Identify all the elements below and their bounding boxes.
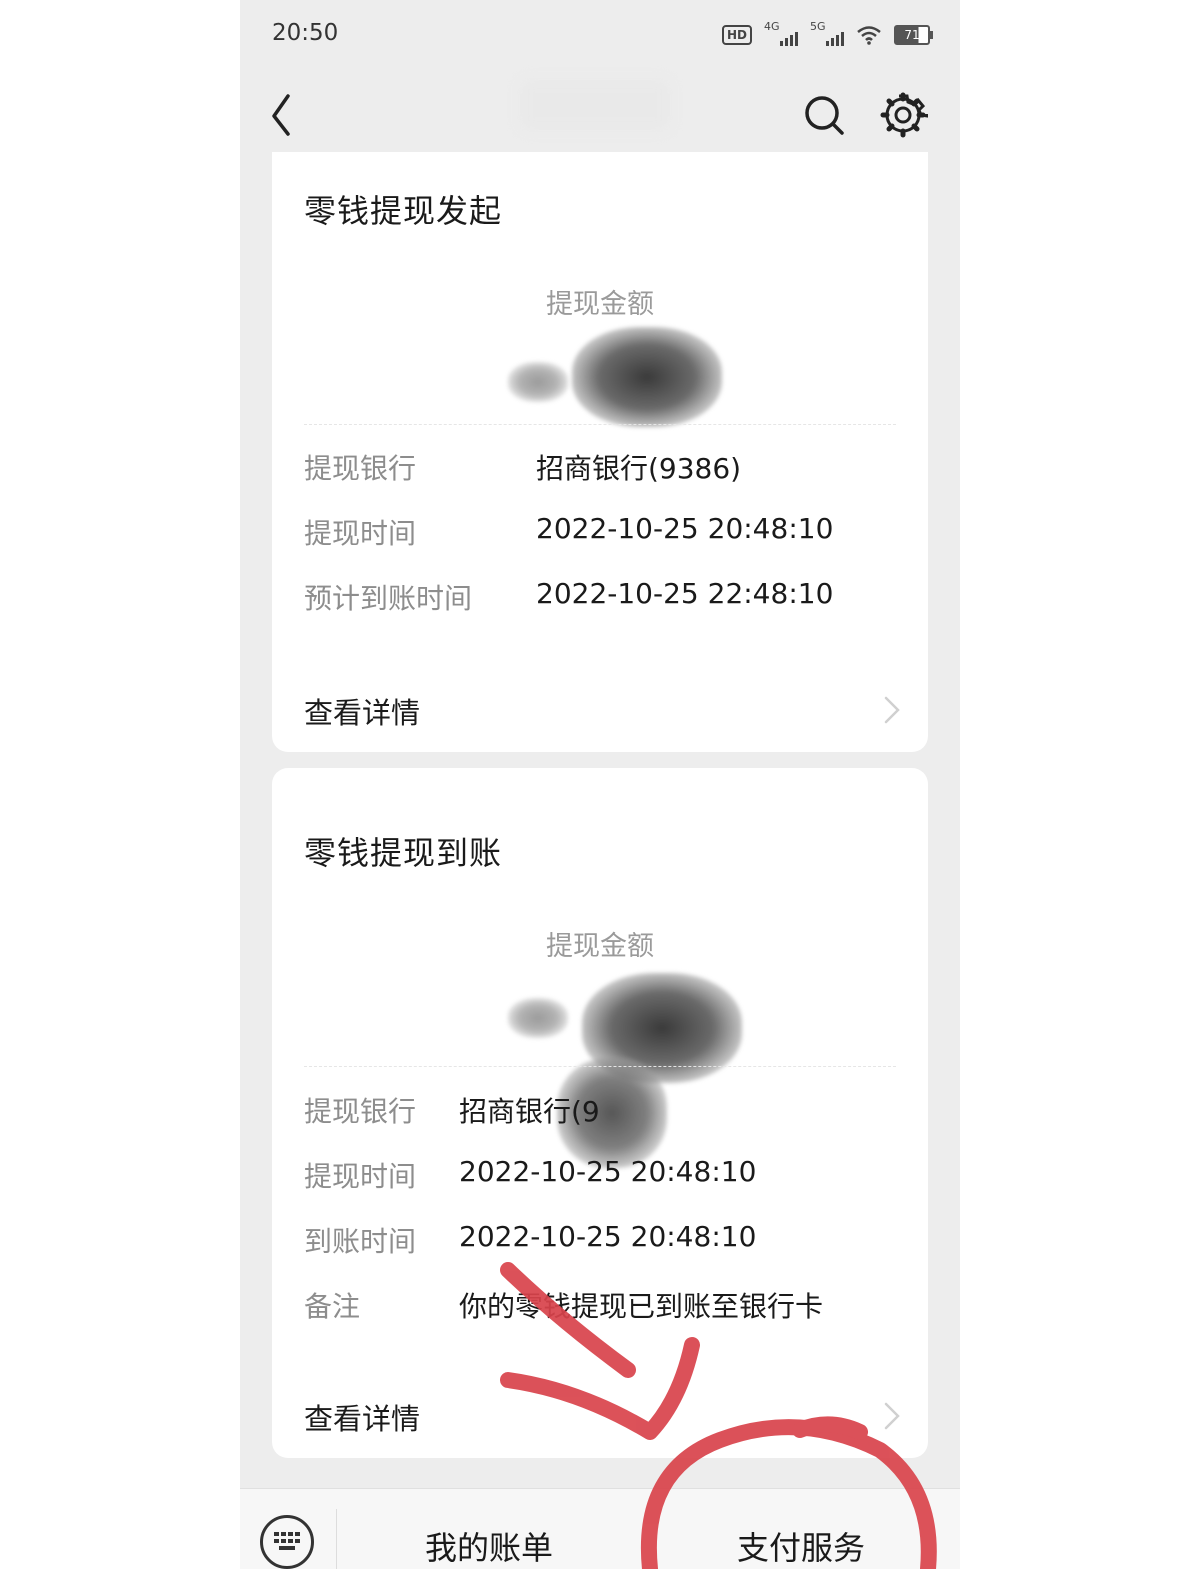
row-value: 2022-10-25 22:48:10 [536, 577, 834, 610]
my-bill-menu[interactable]: 我的账单 [425, 1523, 553, 1569]
bottom-bar-divider [336, 1509, 337, 1569]
search-button[interactable] [800, 82, 848, 138]
divider [304, 1066, 896, 1067]
wifi-icon [857, 26, 881, 45]
divider [304, 424, 896, 425]
row-key: 预计到账时间 [304, 582, 473, 615]
info-row-expected-time: 预计到账时间 2022-10-25 22:48:10 [304, 577, 896, 617]
bottom-menu-bar: 我的账单 支付服务 [240, 1488, 960, 1569]
keyboard-icon [274, 1532, 300, 1550]
status-bar: 20:50 HD 4G 5G 71 [240, 0, 960, 70]
row-value: 2022-10-25 20:48:10 [536, 512, 834, 545]
row-value: 招商银行(9 [459, 1095, 600, 1128]
gear-icon [880, 92, 929, 138]
settings-button[interactable] [878, 82, 929, 138]
row-key: 到账时间 [304, 1225, 417, 1258]
chevron-left-icon [272, 94, 290, 136]
row-key: 提现银行 [304, 452, 417, 485]
signal-4g-icon: 4G [764, 20, 798, 46]
info-row-bank: 提现银行 招商银行(9386) [304, 447, 896, 487]
row-value: 2022-10-25 20:48:10 [459, 1220, 757, 1253]
pay-service-menu[interactable]: 支付服务 [737, 1523, 865, 1569]
back-button[interactable] [262, 82, 302, 138]
view-details-label: 查看详情 [304, 1402, 421, 1436]
row-value: 你的零钱提现已到账至银行卡 [459, 1290, 824, 1323]
info-row-time: 提现时间 2022-10-25 20:48:10 [304, 1155, 896, 1195]
info-row-arrival-time: 到账时间 2022-10-25 20:48:10 [304, 1220, 896, 1260]
row-key: 提现银行 [304, 1095, 417, 1128]
keyboard-toggle-button[interactable] [260, 1515, 314, 1569]
signal-4g-label: 4G [764, 20, 780, 33]
amount-label: 提现金额 [546, 931, 654, 962]
withdrawal-initiated-card: 零钱提现发起 提现金额 提现银行 招商银行(9386) 提现时间 2022-10… [272, 152, 928, 752]
info-row-note: 备注 你的零钱提现已到账至银行卡 [304, 1285, 896, 1325]
amount-redaction-scribble [508, 362, 568, 402]
row-key: 提现时间 [304, 517, 417, 550]
chevron-right-icon [884, 1402, 900, 1430]
view-details-label: 查看详情 [304, 696, 421, 730]
row-value: 2022-10-25 20:48:10 [459, 1155, 757, 1188]
info-row-time: 提现时间 2022-10-25 20:48:10 [304, 512, 896, 552]
amount-redaction-scribble [508, 998, 568, 1038]
view-details-link[interactable]: 查看详情 [272, 1378, 928, 1448]
phone-screen: 20:50 HD 4G 5G 71 零钱提现发起 提现金额 提现银行 招商银行(… [240, 0, 960, 1569]
status-time: 20:50 [272, 20, 339, 46]
amount-redaction-scribble [572, 327, 722, 427]
row-key: 提现时间 [304, 1160, 417, 1193]
hd-voice-icon: HD [721, 25, 752, 45]
signal-5g-icon: 5G [810, 20, 844, 46]
battery-icon: 71 [894, 25, 933, 45]
row-value: 招商银行(9386) [536, 452, 742, 485]
status-icons: HD 4G 5G 71 [721, 20, 933, 48]
chevron-right-icon [884, 696, 900, 724]
row-key: 备注 [304, 1290, 361, 1323]
view-details-link[interactable]: 查看详情 [272, 672, 928, 742]
search-icon [805, 96, 844, 135]
card-title: 零钱提现到账 [304, 834, 503, 872]
info-row-bank: 提现银行 招商银行(9 [304, 1090, 896, 1130]
card-title: 零钱提现发起 [304, 192, 503, 230]
amount-label: 提现金额 [546, 289, 654, 320]
withdrawal-arrived-card: 零钱提现到账 提现金额 提现银行 招商银行(9 提现时间 2022-10-25 … [272, 768, 928, 1458]
nav-title-redacted [520, 80, 670, 130]
signal-5g-label: 5G [810, 20, 826, 33]
